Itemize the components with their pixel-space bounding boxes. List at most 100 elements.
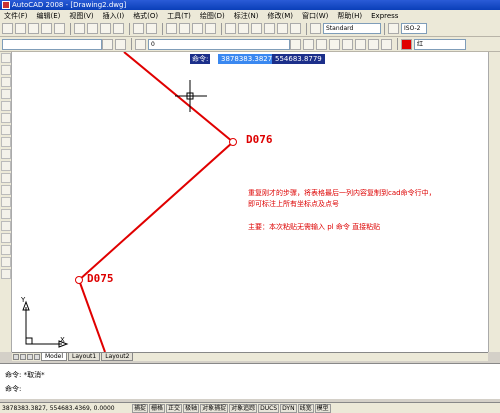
- layer-previous-icon[interactable]: [303, 38, 314, 50]
- polygon-tool-icon[interactable]: [1, 89, 11, 99]
- layer-freeze-icon[interactable]: [368, 38, 379, 50]
- status-ortho-button[interactable]: 正交: [166, 403, 183, 413]
- point-marker-d076[interactable]: [229, 138, 237, 146]
- status-grid-button[interactable]: 栅格: [149, 403, 166, 413]
- point-marker-d075[interactable]: [75, 276, 83, 284]
- markup-icon[interactable]: [277, 23, 288, 34]
- status-polar-button[interactable]: 极轴: [183, 403, 200, 413]
- line-tool-icon[interactable]: [1, 53, 11, 63]
- layer-match-icon[interactable]: [355, 38, 366, 50]
- toolbar-separator: [306, 22, 307, 35]
- text-style-dropdown[interactable]: Standard: [323, 23, 381, 34]
- dim-style-icon[interactable]: [388, 23, 399, 34]
- point-tool-icon[interactable]: [1, 209, 11, 219]
- autocad-app-icon[interactable]: [2, 1, 10, 9]
- menu-dimension[interactable]: 标注(N): [234, 11, 259, 21]
- spline-tool-icon[interactable]: [1, 149, 11, 159]
- zoom-window-icon[interactable]: [192, 23, 203, 34]
- sheet-set-icon[interactable]: [264, 23, 275, 34]
- insert-block-icon[interactable]: [1, 185, 11, 195]
- cut-icon[interactable]: [74, 23, 85, 34]
- ellipse-tool-icon[interactable]: [1, 161, 11, 171]
- rectangle-tool-icon[interactable]: [1, 101, 11, 111]
- circle-tool-icon[interactable]: [1, 125, 11, 135]
- status-snap-button[interactable]: 捕捉: [132, 403, 149, 413]
- paste-icon[interactable]: [100, 23, 111, 34]
- status-model-button[interactable]: 模型: [314, 403, 331, 413]
- layer-state-icon[interactable]: [135, 38, 146, 50]
- workspace-settings-icon[interactable]: [102, 38, 113, 50]
- menu-format[interactable]: 格式(O): [133, 11, 158, 21]
- zoom-realtime-icon[interactable]: [179, 23, 190, 34]
- redo-icon[interactable]: [146, 23, 157, 34]
- menu-help[interactable]: 帮助(H): [337, 11, 362, 21]
- status-dyn-button[interactable]: DYN: [280, 403, 297, 413]
- layer-off-icon[interactable]: [381, 38, 392, 50]
- plot-icon[interactable]: [41, 23, 52, 34]
- layer-dropdown[interactable]: 0: [148, 38, 290, 50]
- construction-line-icon[interactable]: [1, 65, 11, 75]
- toolbar-separator: [131, 38, 132, 50]
- dynamic-input-x[interactable]: 3878383.3827: [218, 54, 276, 64]
- tab-layout1[interactable]: Layout1: [68, 353, 101, 361]
- status-osnap-button[interactable]: 对象捕捉: [200, 403, 229, 413]
- tab-model[interactable]: Model: [41, 353, 68, 361]
- workspace-dropdown[interactable]: [2, 38, 102, 50]
- undo-icon[interactable]: [133, 23, 144, 34]
- make-current-layer-icon[interactable]: [290, 38, 301, 50]
- match-properties-icon[interactable]: [113, 23, 124, 34]
- tab-prev-icon[interactable]: [20, 354, 26, 360]
- command-window[interactable]: 命令: *取消* 命令:: [0, 363, 500, 399]
- region-tool-icon[interactable]: [1, 245, 11, 255]
- pan-icon[interactable]: [166, 23, 177, 34]
- polyline-tool-icon[interactable]: [1, 77, 11, 87]
- layer-uniso-icon[interactable]: [329, 38, 340, 50]
- tab-layout2[interactable]: Layout2: [101, 353, 134, 361]
- layers-toolbar: 0 红: [0, 37, 500, 52]
- layer-walk-icon[interactable]: [342, 38, 353, 50]
- color-dropdown[interactable]: 红: [414, 38, 466, 50]
- tab-first-icon[interactable]: [13, 354, 19, 360]
- menu-modify[interactable]: 修改(M): [267, 11, 293, 21]
- menu-view[interactable]: 视图(V): [69, 11, 93, 21]
- vertical-scrollbar[interactable]: [488, 52, 500, 352]
- menu-window[interactable]: 窗口(W): [302, 11, 328, 21]
- layer-iso-icon[interactable]: [316, 38, 327, 50]
- menu-insert[interactable]: 插入(I): [103, 11, 125, 21]
- mtext-tool-icon[interactable]: [1, 269, 11, 279]
- toolbar-separator: [221, 22, 222, 35]
- menu-tools[interactable]: 工具(T): [167, 11, 191, 21]
- status-lineweight-button[interactable]: 线宽: [297, 403, 314, 413]
- menu-draw[interactable]: 绘图(D): [200, 11, 225, 21]
- gradient-tool-icon[interactable]: [1, 233, 11, 243]
- save-icon[interactable]: [28, 23, 39, 34]
- menu-edit[interactable]: 编辑(E): [37, 11, 61, 21]
- arc-tool-icon[interactable]: [1, 113, 11, 123]
- design-center-icon[interactable]: [238, 23, 249, 34]
- make-block-icon[interactable]: [1, 197, 11, 207]
- tab-next-icon[interactable]: [27, 354, 33, 360]
- revcloud-tool-icon[interactable]: [1, 137, 11, 147]
- table-tool-icon[interactable]: [1, 257, 11, 267]
- dim-style-dropdown[interactable]: ISO-2: [401, 23, 427, 34]
- calculator-icon[interactable]: [290, 23, 301, 34]
- tool-palettes-icon[interactable]: [251, 23, 262, 34]
- red-polyline[interactable]: [77, 52, 235, 352]
- tab-last-icon[interactable]: [34, 354, 40, 360]
- plot-preview-icon[interactable]: [54, 23, 65, 34]
- open-file-icon[interactable]: [15, 23, 26, 34]
- layer-manager-icon[interactable]: [115, 38, 126, 50]
- status-ducs-button[interactable]: DUCS: [258, 403, 280, 413]
- zoom-previous-icon[interactable]: [205, 23, 216, 34]
- properties-icon[interactable]: [225, 23, 236, 34]
- text-style-icon[interactable]: [310, 23, 321, 34]
- ellipse-arc-tool-icon[interactable]: [1, 173, 11, 183]
- menu-express[interactable]: Express: [371, 12, 398, 20]
- status-otrack-button[interactable]: 对象追踪: [229, 403, 258, 413]
- menu-file[interactable]: 文件(F): [4, 11, 28, 21]
- copy-icon[interactable]: [87, 23, 98, 34]
- hatch-tool-icon[interactable]: [1, 221, 11, 231]
- new-file-icon[interactable]: [2, 23, 13, 34]
- command-prompt[interactable]: 命令:: [5, 385, 21, 394]
- dynamic-input-y[interactable]: 554683.8779: [272, 54, 325, 64]
